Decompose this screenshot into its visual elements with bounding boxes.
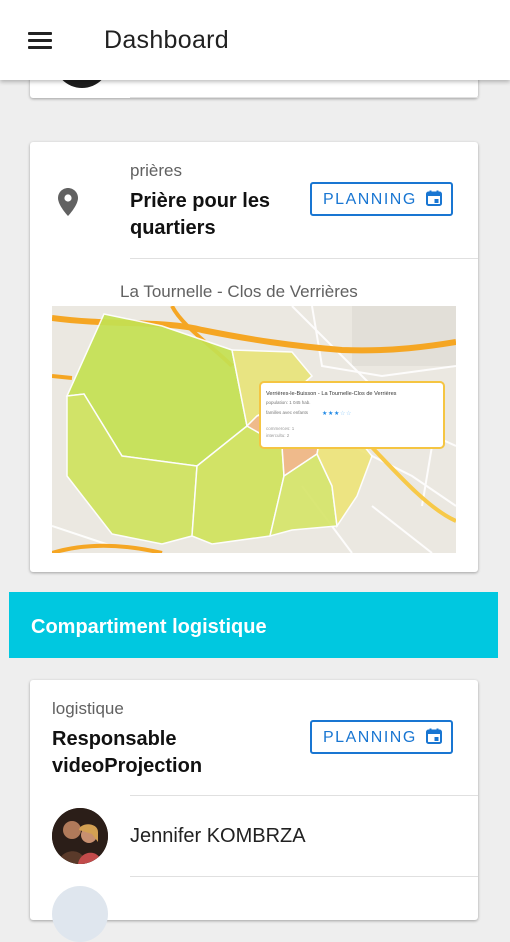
star-icon: ★	[328, 410, 333, 417]
member-name[interactable]: Jennifer KOMBRZA	[130, 825, 306, 848]
star-icon: ★	[334, 410, 339, 417]
popup-rating-stars: ★ ★ ★ ☆ ☆	[322, 410, 351, 417]
menu-icon[interactable]	[20, 24, 52, 56]
section-title: Compartiment logistique	[31, 616, 267, 638]
avatar[interactable]	[52, 808, 108, 864]
section-header-logistique: Compartiment logistique	[9, 592, 498, 658]
activity-category: logistique	[52, 699, 124, 718]
planning-button[interactable]: PLANNING	[310, 182, 453, 216]
neighborhood-map[interactable]: Verrières-le-Buisson - La Tournelle-Clos…	[52, 306, 456, 553]
divider	[130, 795, 478, 796]
app-bar: Dashboard	[0, 0, 510, 80]
planning-button[interactable]: PLANNING	[310, 720, 453, 754]
popup-title: Verrières-le-Buisson - La Tournelle-Clos…	[266, 391, 397, 397]
activity-category: prières	[130, 161, 182, 180]
star-icon: ★	[322, 410, 327, 417]
map-info-popup: Verrières-le-Buisson - La Tournelle-Clos…	[259, 381, 445, 449]
popup-line-2: intercultu: 2	[266, 433, 290, 438]
calendar-icon	[426, 728, 442, 744]
popup-population: population: 1 045 hab.	[266, 400, 311, 405]
divider	[130, 876, 478, 877]
page-title: Dashboard	[104, 26, 230, 54]
activity-card-logistique: logistique Responsable videoProjection P…	[30, 680, 478, 942]
avatar[interactable]	[52, 886, 108, 942]
star-icon: ☆	[340, 410, 345, 417]
star-icon: ☆	[346, 410, 351, 417]
popup-line-1: commerces: 1	[266, 426, 295, 431]
calendar-icon	[426, 190, 442, 206]
activity-card-prieres: prières Prière pour les quartiers PLANNI…	[30, 142, 478, 572]
planning-button-label: PLANNING	[323, 729, 417, 746]
map-caption: La Tournelle - Clos de Verrières	[120, 282, 358, 301]
popup-families: familles avec enfants	[266, 410, 309, 415]
divider	[130, 97, 478, 98]
divider	[130, 258, 478, 259]
location-pin-icon	[58, 188, 78, 216]
activity-title: Prière pour les quartiers	[130, 190, 271, 239]
activity-title: Responsable videoProjection	[52, 728, 203, 777]
planning-button-label: PLANNING	[323, 191, 417, 208]
